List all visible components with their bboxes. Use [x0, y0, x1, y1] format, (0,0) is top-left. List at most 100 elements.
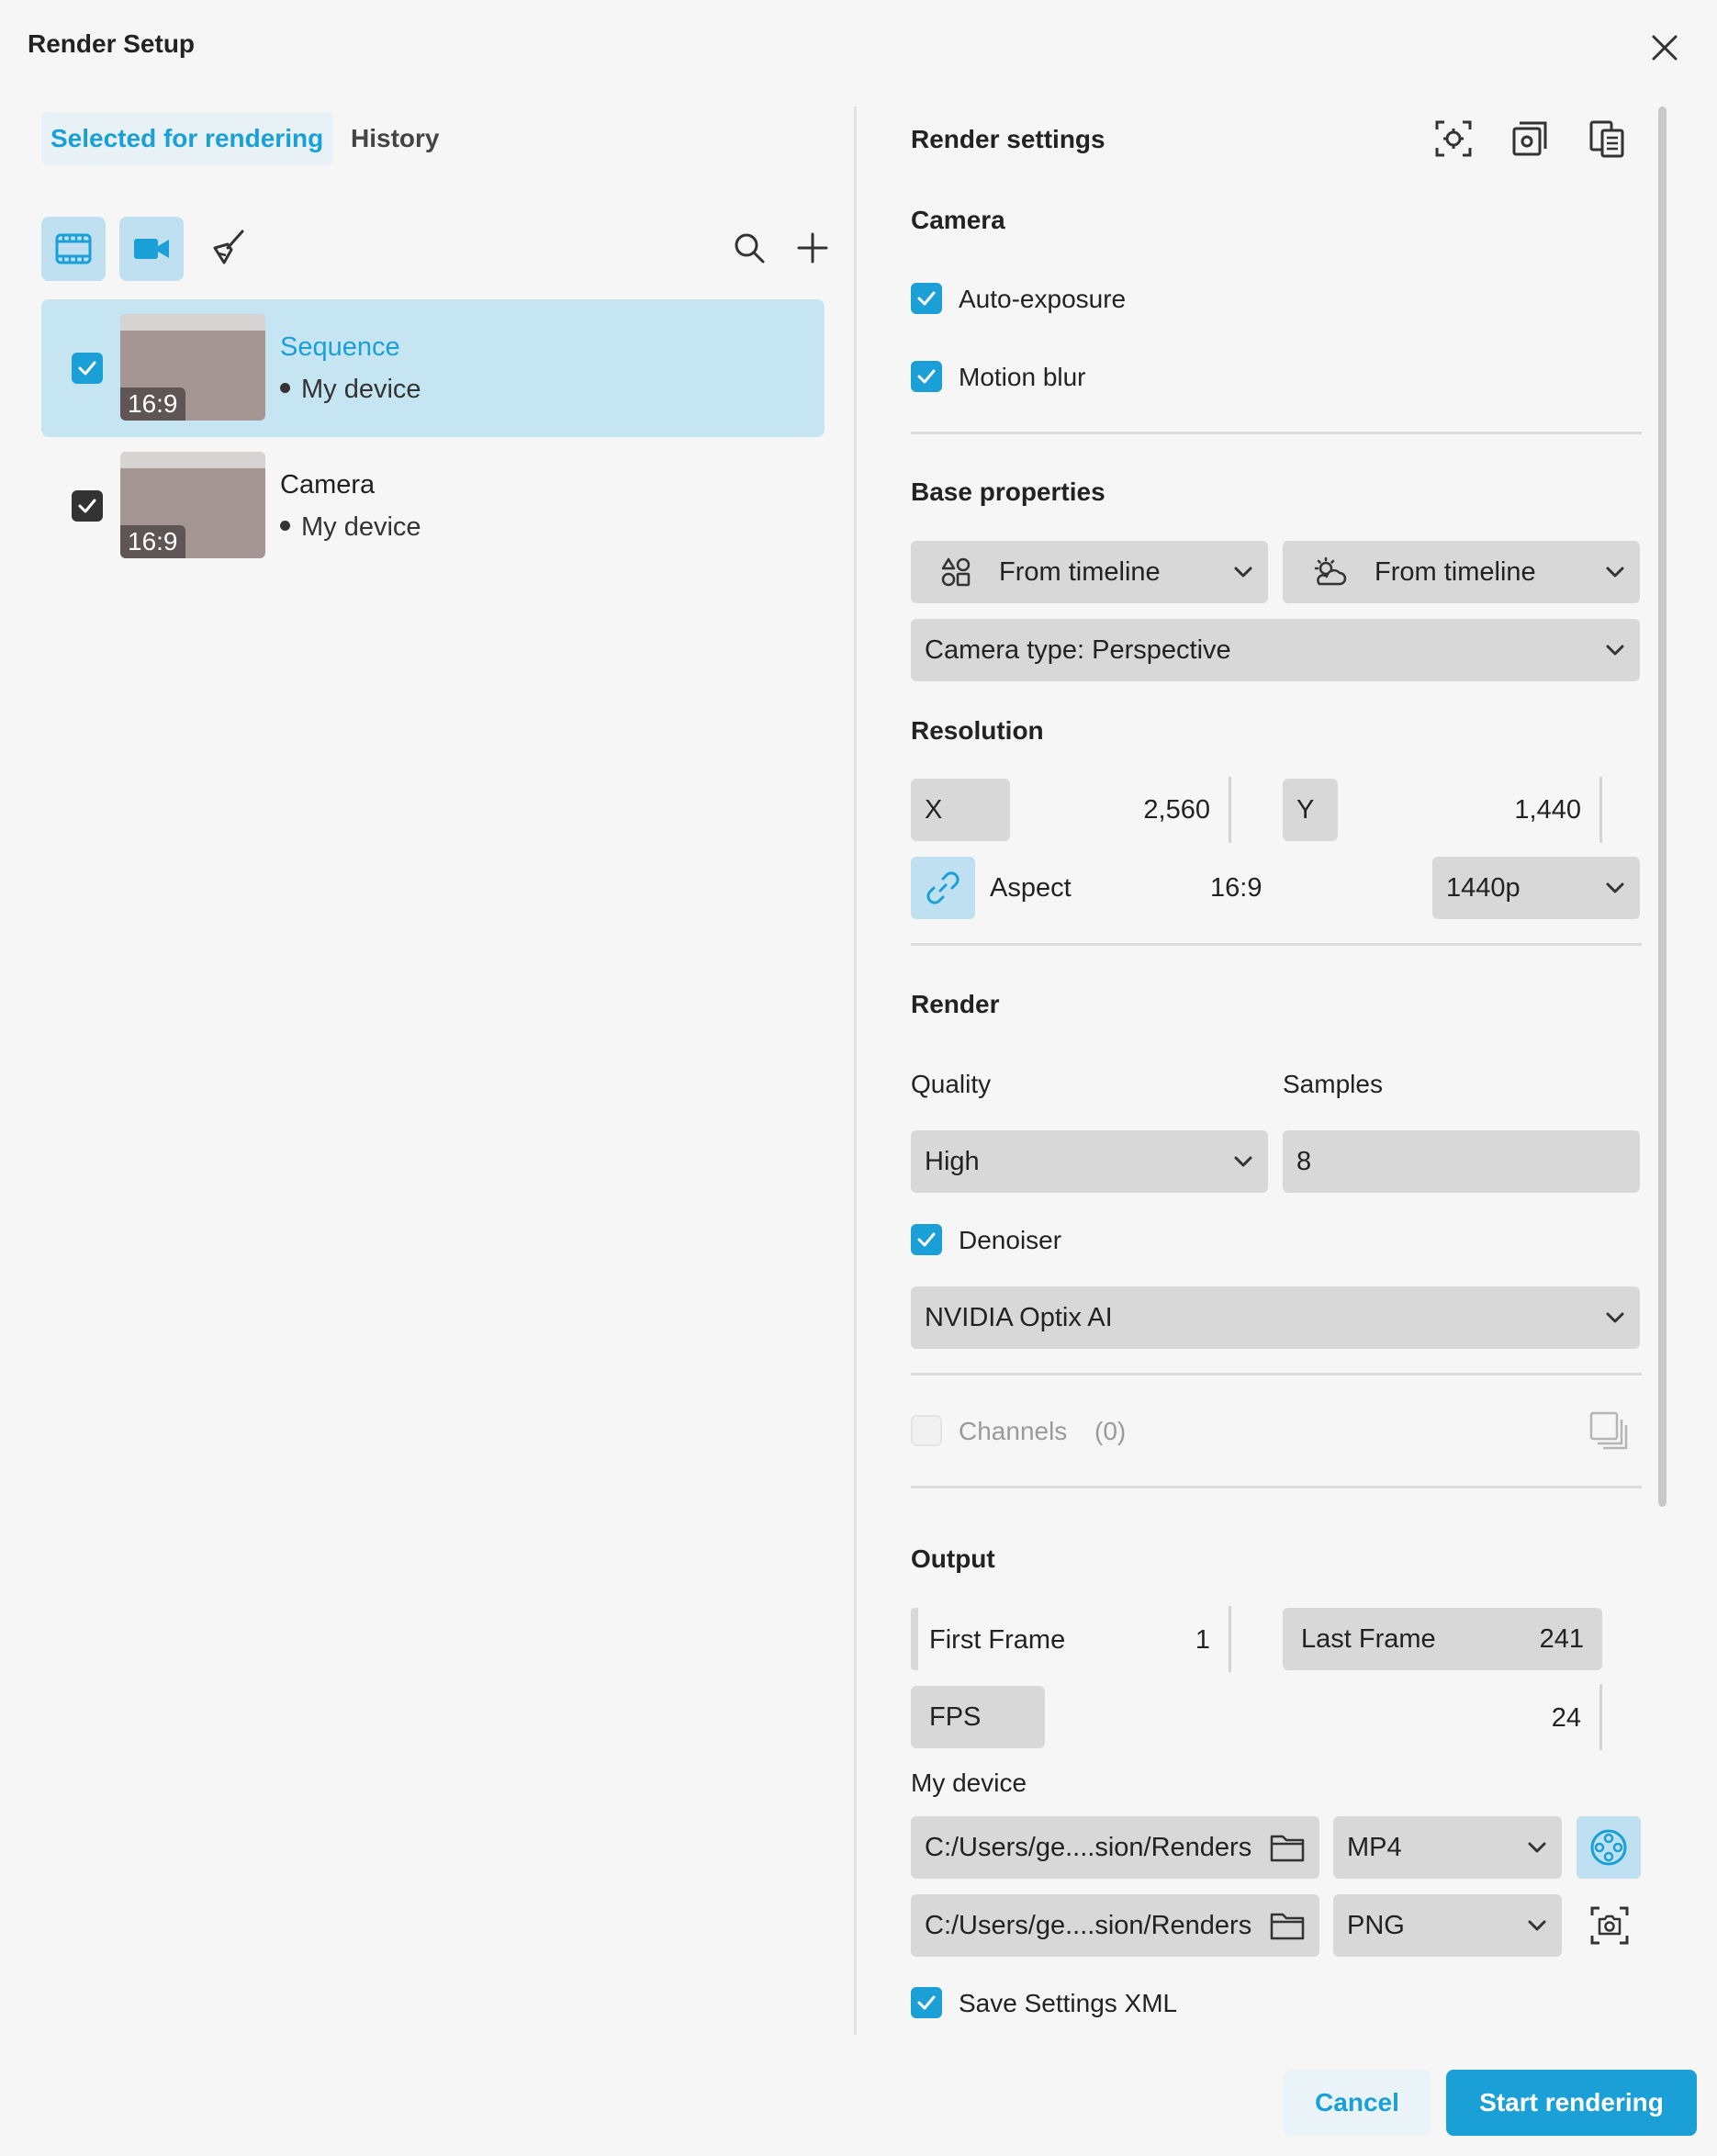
camera-thumbnail: 16:9	[120, 452, 265, 558]
item-name: Sequence	[280, 332, 400, 362]
video-format-select[interactable]: MP4	[1333, 1816, 1562, 1879]
render-settings-heading: Render settings	[911, 125, 1105, 153]
section-divider	[911, 1373, 1642, 1376]
field-edge	[911, 1608, 918, 1670]
denoiser-label: Denoiser	[959, 1226, 1062, 1254]
tab-selected-for-rendering[interactable]: Selected for rendering	[41, 112, 333, 165]
weather-icon	[1314, 556, 1347, 586]
channels-stack-icon[interactable]	[1588, 1410, 1629, 1455]
link-aspect-button[interactable]	[911, 857, 975, 919]
resolution-preset-select[interactable]: 1440p	[1432, 857, 1640, 919]
chevron-down-icon	[1528, 1920, 1546, 1931]
last-frame-field[interactable]: Last Frame 241	[1283, 1608, 1602, 1670]
chevron-down-icon	[1606, 567, 1624, 578]
field-edge	[1229, 1606, 1231, 1672]
shapes-icon	[941, 557, 971, 587]
resolution-x-input[interactable]: 2,560	[1010, 779, 1210, 841]
section-divider	[911, 432, 1642, 434]
fps-label: FPS	[911, 1686, 1045, 1748]
item-name: Camera	[280, 470, 376, 500]
base-properties-title: Base properties	[911, 477, 1105, 506]
sequence-checkbox[interactable]	[72, 353, 103, 384]
chevron-down-icon	[1234, 567, 1252, 578]
copy-settings-icon[interactable]	[1588, 119, 1627, 163]
aspect-ratio-badge: 16:9	[120, 525, 185, 558]
item-device: My device	[280, 375, 421, 405]
chevron-down-icon	[1528, 1842, 1546, 1853]
environment-select[interactable]: From timeline	[911, 541, 1268, 603]
folder-icon[interactable]	[1269, 1832, 1306, 1863]
brush-icon[interactable]	[208, 228, 248, 268]
samples-label: Samples	[1283, 1070, 1383, 1098]
denoiser-select[interactable]: NVIDIA Optix AI	[911, 1286, 1640, 1349]
output-section-title: Output	[911, 1544, 995, 1573]
video-camera-icon	[134, 239, 169, 259]
focus-settings-icon[interactable]	[1434, 119, 1473, 163]
folder-icon[interactable]	[1269, 1910, 1306, 1941]
aspect-label: Aspect	[990, 873, 1072, 903]
field-edge	[1229, 777, 1231, 843]
chevron-down-icon	[1606, 645, 1624, 656]
channels-count: (0)	[1094, 1417, 1127, 1445]
start-rendering-button[interactable]: Start rendering	[1446, 2070, 1697, 2136]
chevron-down-icon	[1234, 1156, 1252, 1167]
quality-select[interactable]: High	[911, 1130, 1268, 1193]
check-icon	[78, 361, 96, 376]
resolution-x-label: X	[911, 779, 1010, 841]
resolution-y-label: Y	[1283, 779, 1338, 841]
link-icon	[926, 871, 960, 904]
first-frame-input[interactable]: 1	[1102, 1625, 1210, 1656]
motion-blur-checkbox[interactable]	[911, 361, 942, 392]
auto-exposure-checkbox[interactable]	[911, 283, 942, 314]
resolution-title: Resolution	[911, 716, 1044, 745]
motion-blur-label: Motion blur	[959, 363, 1086, 391]
check-icon	[78, 499, 96, 513]
cancel-button[interactable]: Cancel	[1284, 2070, 1431, 2136]
screenshot-icon[interactable]	[1589, 1905, 1630, 1950]
camera-section-title: Camera	[911, 206, 1005, 234]
camera-type-select[interactable]: Camera type: Perspective	[911, 619, 1640, 681]
camera-filter-button[interactable]	[119, 217, 184, 281]
image-output-path[interactable]: C:/Users/ge....sion/Renders	[911, 1894, 1319, 1957]
field-edge	[1599, 1684, 1602, 1750]
check-icon	[917, 1995, 936, 2010]
sequence-thumbnail: 16:9	[120, 314, 265, 421]
section-divider	[911, 1486, 1642, 1488]
film-reel-icon	[1590, 1829, 1627, 1866]
preset-settings-icon[interactable]	[1510, 119, 1549, 163]
panel-divider	[854, 107, 857, 2035]
first-frame-label: First Frame	[929, 1625, 1066, 1655]
item-device: My device	[280, 512, 421, 543]
save-settings-xml-label: Save Settings XML	[959, 1989, 1178, 2017]
samples-input[interactable]: 8	[1283, 1130, 1640, 1193]
save-settings-xml-checkbox[interactable]	[911, 1987, 942, 2018]
auto-exposure-label: Auto-exposure	[959, 285, 1127, 313]
check-icon	[917, 1232, 936, 1247]
resolution-y-input[interactable]: 1,440	[1338, 779, 1581, 841]
lighting-select[interactable]: From timeline	[1283, 541, 1640, 603]
image-format-select[interactable]: PNG	[1333, 1894, 1562, 1957]
tab-history[interactable]: History	[342, 112, 448, 165]
denoiser-checkbox[interactable]	[911, 1224, 942, 1255]
aspect-value: 16:9	[1210, 873, 1262, 903]
sequence-filter-button[interactable]	[41, 217, 106, 281]
search-icon[interactable]	[729, 228, 769, 268]
channels-checkbox[interactable]	[911, 1415, 942, 1446]
window-title: Render Setup	[28, 29, 196, 58]
camera-checkbox[interactable]	[72, 490, 103, 522]
add-icon[interactable]	[792, 228, 833, 268]
check-icon	[917, 369, 936, 384]
video-toggle-button[interactable]	[1577, 1816, 1641, 1879]
output-device-label: My device	[911, 1769, 1027, 1797]
chevron-down-icon	[1606, 882, 1624, 893]
field-edge	[1599, 777, 1602, 843]
quality-label: Quality	[911, 1070, 992, 1098]
render-section-title: Render	[911, 990, 1000, 1018]
video-output-path[interactable]: C:/Users/ge....sion/Renders	[911, 1816, 1319, 1879]
check-icon	[917, 291, 936, 306]
channels-label: Channels	[959, 1417, 1068, 1445]
settings-scrollbar[interactable]	[1658, 107, 1666, 1507]
fps-input[interactable]: 24	[1469, 1703, 1581, 1734]
film-icon	[55, 233, 92, 264]
close-icon[interactable]	[1646, 29, 1683, 66]
